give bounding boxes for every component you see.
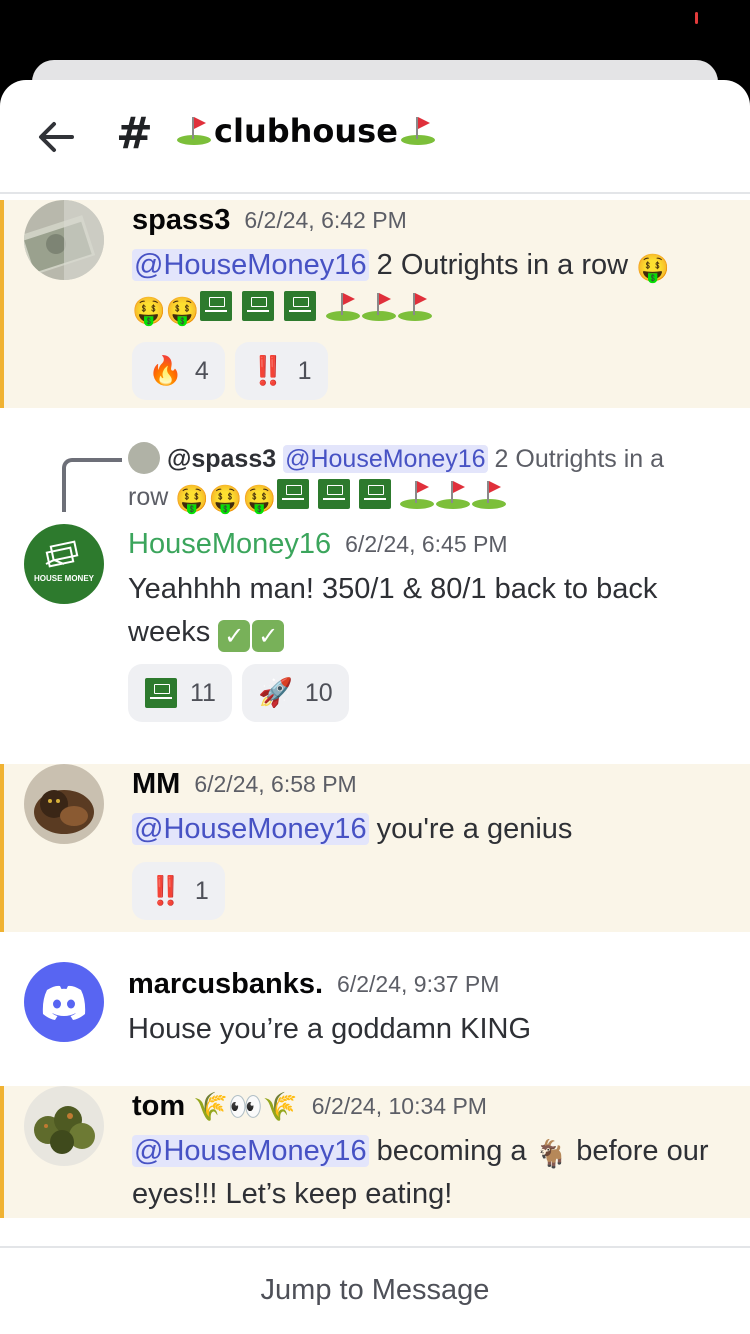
message-content: @HouseMoney16 2 Outrights in a row 🤑 🤑🤑 bbox=[132, 244, 722, 330]
author-name[interactable]: spass3 bbox=[132, 204, 230, 237]
discord-logo-icon bbox=[42, 985, 86, 1020]
reaction-count: 1 bbox=[194, 876, 209, 905]
money-mouth-emoji-icon: 🤑 bbox=[175, 484, 209, 514]
reaction-count: 10 bbox=[304, 678, 333, 707]
timestamp: 6/2/24, 6:45 PM bbox=[345, 531, 508, 557]
timestamp: 6/2/24, 9:37 PM bbox=[337, 971, 500, 997]
timestamp: 6/2/24, 10:34 PM bbox=[311, 1093, 487, 1119]
reactions: 11 🚀 10 bbox=[128, 664, 349, 722]
reaction-count: 11 bbox=[190, 678, 216, 707]
golf-flag-icon bbox=[361, 291, 397, 323]
avatar[interactable] bbox=[24, 962, 104, 1042]
golf-flag-icon bbox=[325, 291, 361, 323]
double-exclamation-emoji-icon: ‼️ bbox=[148, 875, 183, 906]
golf-flag-icon bbox=[435, 479, 471, 511]
message-text-part-1: becoming a bbox=[368, 1135, 535, 1167]
reactions: 🔥 4 ‼️ 1 bbox=[132, 342, 328, 400]
author-name[interactable]: MM bbox=[132, 768, 180, 801]
message-text: 2 Outrights in a row bbox=[368, 249, 637, 281]
golf-flag-icon bbox=[176, 115, 212, 147]
message-content: Yeahhhh man! 350/1 & 80/1 back to back w… bbox=[128, 568, 718, 654]
avatar[interactable] bbox=[24, 200, 104, 280]
fire-emoji-icon: 🔥 bbox=[148, 355, 183, 386]
timestamp: 6/2/24, 6:42 PM bbox=[244, 207, 407, 233]
message-housemoney16[interactable]: @spass3 @HouseMoney16 2 Outrights in a r… bbox=[0, 436, 750, 736]
money-mouth-emoji-icon: 🤑 bbox=[242, 484, 277, 514]
house-money-emoji-icon bbox=[242, 291, 275, 321]
reply-mention: @HouseMoney16 bbox=[283, 445, 488, 473]
message-content: House you’re a goddamn KING bbox=[128, 1008, 718, 1051]
golf-flag-icon bbox=[399, 479, 435, 511]
author-name[interactable]: tom bbox=[132, 1090, 185, 1123]
message-marcusbanks[interactable]: marcusbanks. 6/2/24, 9:37 PM House you’r… bbox=[0, 962, 750, 1062]
user-mention[interactable]: @HouseMoney16 bbox=[132, 813, 369, 845]
house-money-logo-icon bbox=[45, 540, 79, 568]
golf-flag-icon bbox=[397, 291, 433, 323]
thread-sheet: # clubhouse spass3 6/2/24, 6:42 PM @Hous… bbox=[0, 80, 750, 1334]
rocket-emoji-icon: 🚀 bbox=[257, 677, 293, 708]
goat-emoji-icon: 🐐 bbox=[534, 1139, 569, 1169]
back-arrow-icon[interactable] bbox=[34, 115, 78, 159]
reply-connector bbox=[62, 458, 122, 512]
house-money-emoji-icon bbox=[145, 678, 177, 708]
message-text: House you’re a goddamn KING bbox=[128, 1013, 531, 1045]
header: # clubhouse bbox=[0, 80, 750, 194]
reaction-house-money[interactable]: 11 bbox=[128, 664, 232, 722]
channel-title: clubhouse bbox=[176, 112, 436, 150]
message-content: @HouseMoney16 becoming a 🐐 before our ey… bbox=[132, 1130, 722, 1216]
money-mouth-emoji-icon: 🤑 bbox=[636, 253, 670, 283]
house-money-emoji-icon bbox=[284, 291, 317, 321]
user-mention[interactable]: @HouseMoney16 bbox=[132, 1135, 369, 1167]
avatar[interactable]: HOUSE MONEY bbox=[24, 524, 104, 604]
avatar[interactable] bbox=[24, 1086, 104, 1166]
reaction-double-exclamation[interactable]: ‼️ 1 bbox=[234, 342, 328, 400]
reply-author: @spass3 bbox=[166, 445, 277, 473]
message-mm[interactable]: MM 6/2/24, 6:58 PM @HouseMoney16 you're … bbox=[0, 764, 750, 932]
check-mark-emoji-icon: ✓ bbox=[218, 620, 251, 652]
author-name[interactable]: marcusbanks. bbox=[128, 968, 323, 1001]
reaction-fire[interactable]: 🔥 4 bbox=[132, 342, 225, 400]
author-name[interactable]: HouseMoney16 bbox=[128, 528, 331, 561]
reaction-double-exclamation[interactable]: ‼️ 1 bbox=[132, 862, 225, 920]
reply-avatar bbox=[128, 442, 160, 474]
channel-hash-icon: # bbox=[116, 108, 153, 159]
message-text: Yeahhhh man! 350/1 & 80/1 back to back w… bbox=[128, 573, 658, 648]
message-tom[interactable]: tom 🌾👀🌾 6/2/24, 10:34 PM @HouseMoney16 b… bbox=[0, 1086, 750, 1218]
double-exclamation-emoji-icon: ‼️ bbox=[250, 355, 286, 386]
reply-preview[interactable]: @spass3 @HouseMoney16 2 Outrights in a r… bbox=[128, 440, 708, 516]
timestamp: 6/2/24, 6:58 PM bbox=[194, 771, 357, 797]
reactions: ‼️ 1 bbox=[132, 862, 225, 920]
golf-flag-icon bbox=[400, 115, 436, 147]
house-money-emoji-icon bbox=[200, 291, 233, 321]
money-mouth-emoji-icon: 🤑 bbox=[165, 296, 200, 326]
golf-flag-icon bbox=[471, 479, 507, 511]
jump-to-message-button[interactable]: Jump to Message bbox=[0, 1246, 750, 1334]
jump-label: Jump to Message bbox=[260, 1274, 490, 1306]
user-mention[interactable]: @HouseMoney16 bbox=[132, 249, 369, 281]
author-emoji-suffix: 🌾👀🌾 bbox=[193, 1090, 298, 1122]
channel-name: clubhouse bbox=[214, 112, 398, 150]
message-text: you're a genius bbox=[368, 813, 573, 845]
money-mouth-emoji-icon: 🤑 bbox=[132, 296, 166, 326]
reaction-count: 1 bbox=[297, 356, 312, 385]
money-mouth-emoji-icon: 🤑 bbox=[208, 484, 243, 514]
house-money-emoji-icon bbox=[318, 479, 351, 509]
house-money-emoji-icon bbox=[359, 479, 392, 509]
check-mark-emoji-icon: ✓ bbox=[252, 620, 285, 652]
message-content: @HouseMoney16 you're a genius bbox=[132, 808, 722, 851]
reaction-rocket[interactable]: 🚀 10 bbox=[241, 664, 349, 722]
house-money-emoji-icon bbox=[277, 479, 310, 509]
message-spass3[interactable]: spass3 6/2/24, 6:42 PM @HouseMoney16 2 O… bbox=[0, 200, 750, 408]
avatar-label: HOUSE MONEY bbox=[33, 574, 94, 583]
status-indicator bbox=[695, 12, 698, 24]
avatar[interactable] bbox=[24, 764, 104, 844]
reaction-count: 4 bbox=[194, 356, 209, 385]
